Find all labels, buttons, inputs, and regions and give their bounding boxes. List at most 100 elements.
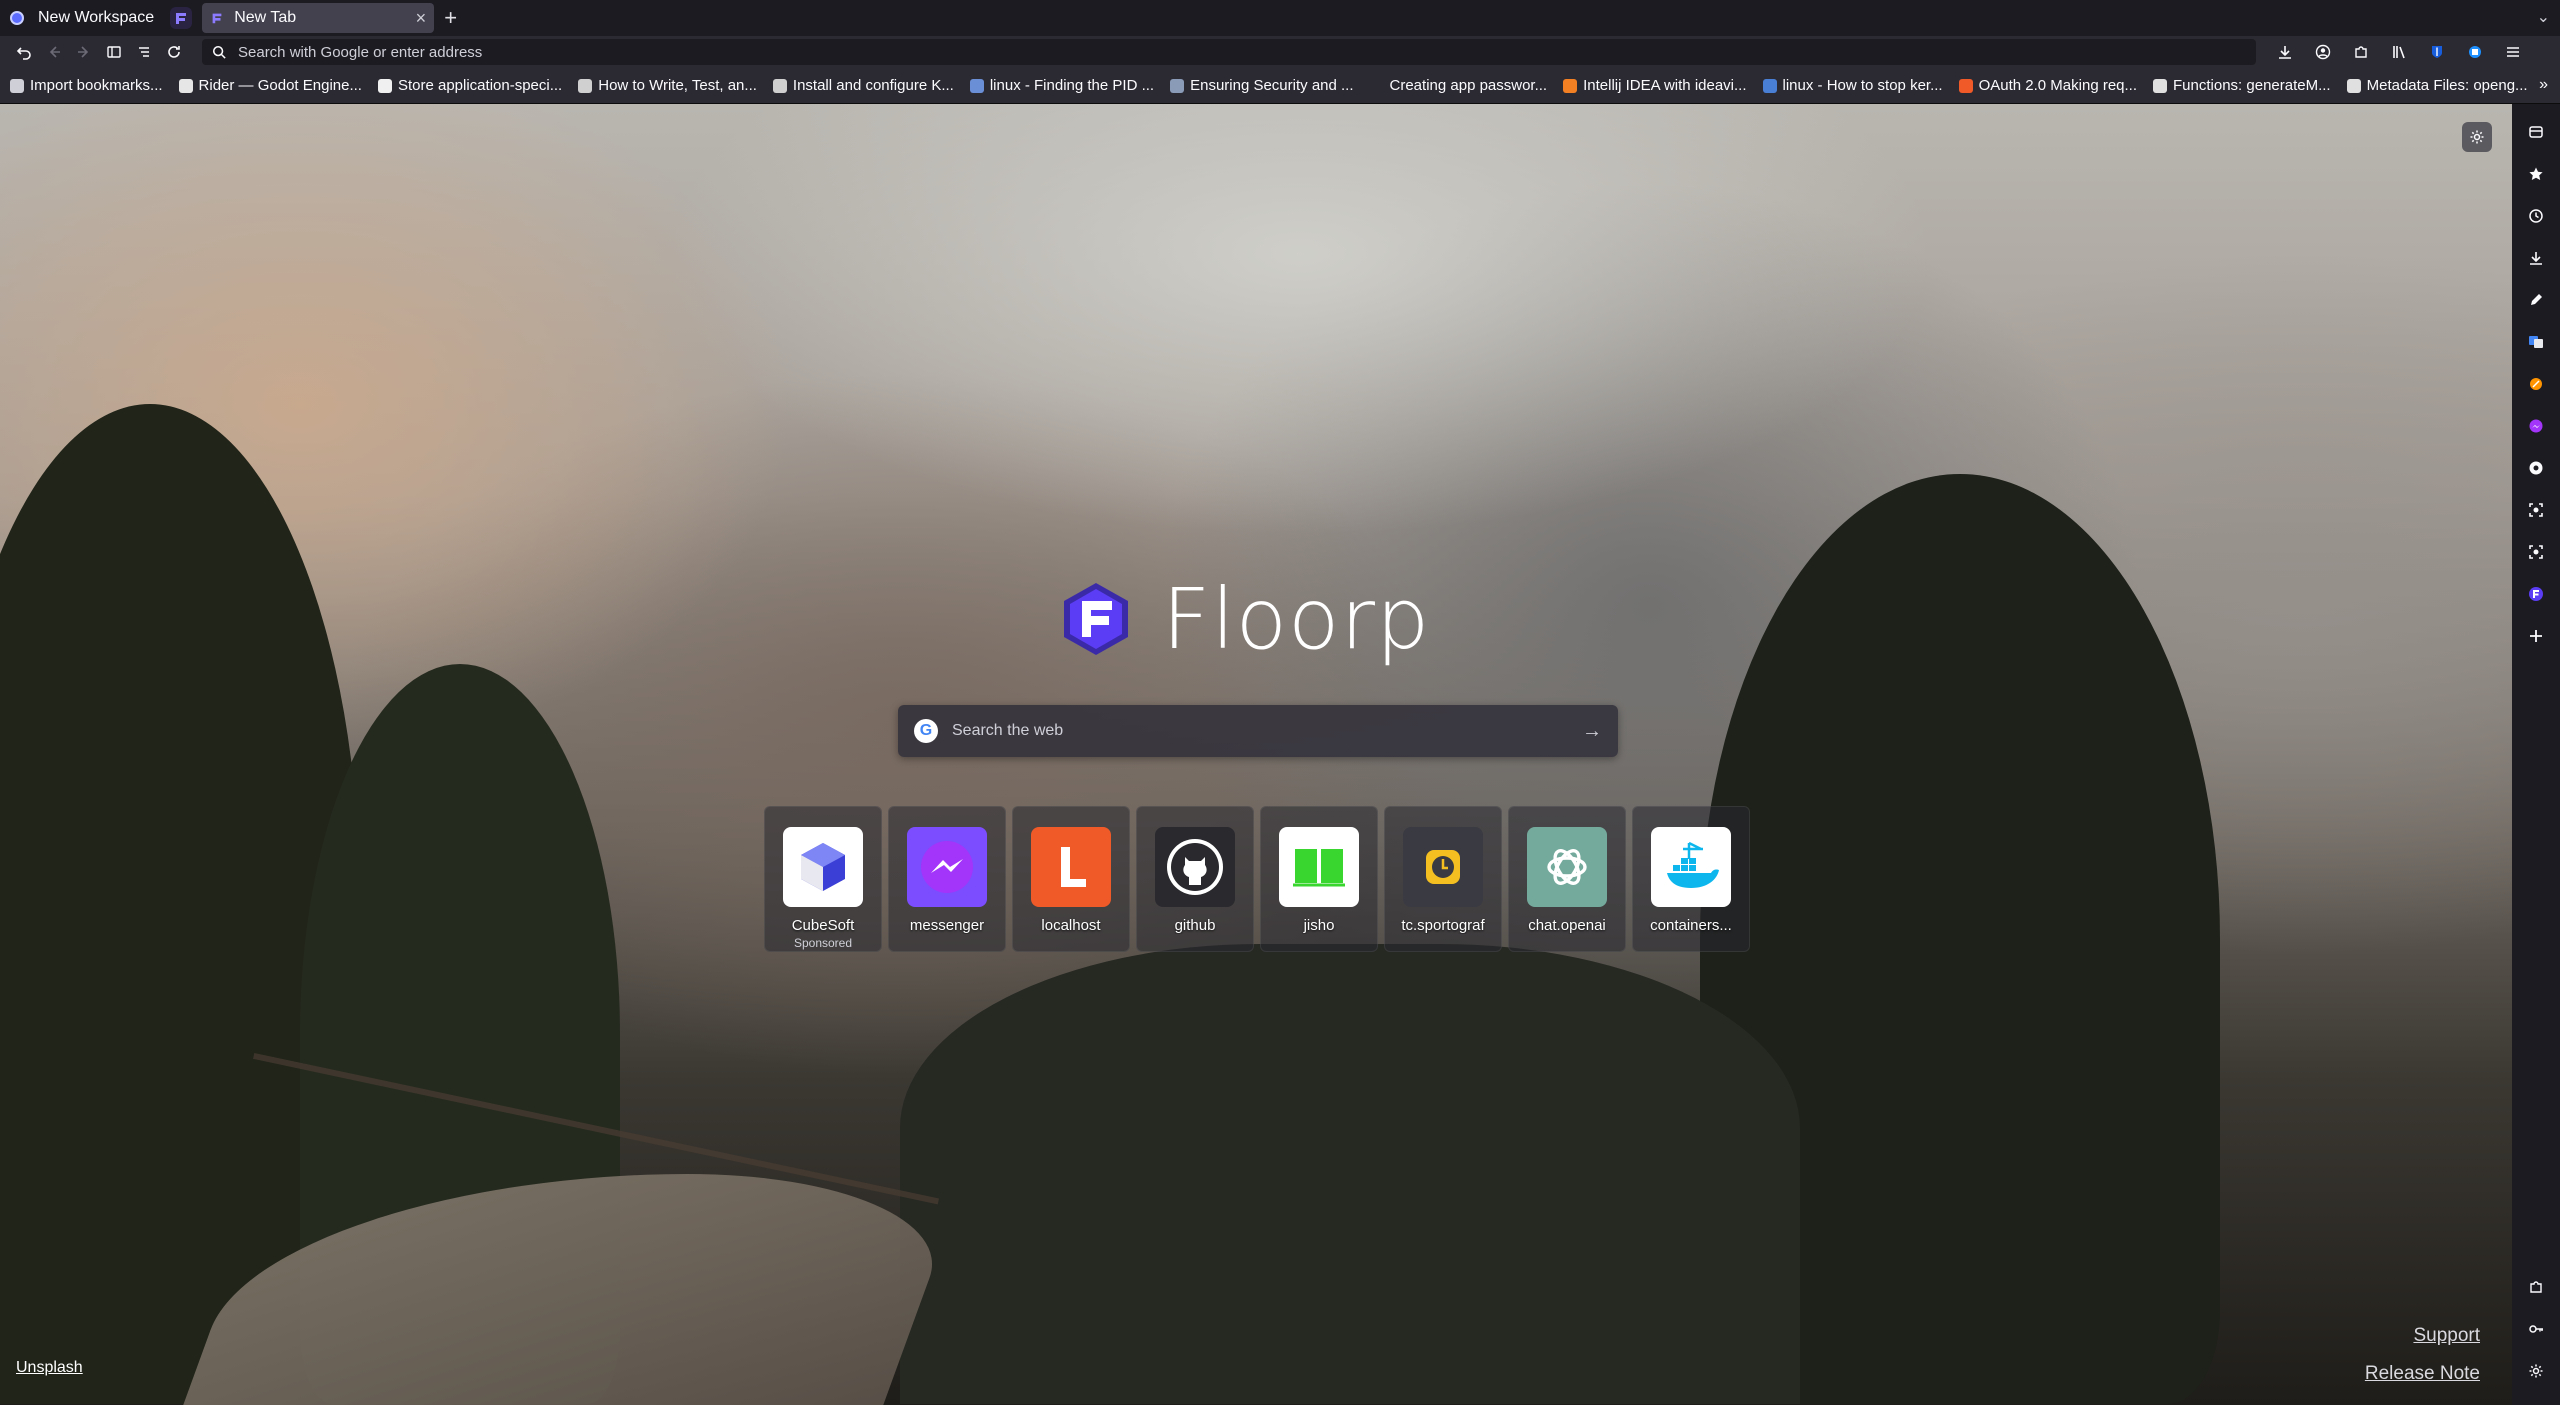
- bookmark-item[interactable]: How to Write, Test, an...: [578, 77, 757, 94]
- bookmark-label: Store application-speci...: [397, 77, 563, 94]
- key-icon[interactable]: [2518, 1311, 2554, 1347]
- top-site-label: containers...: [1650, 917, 1732, 934]
- bookmark-item[interactable]: Creating app passwor...: [1369, 77, 1547, 94]
- tab-new-tab[interactable]: New Tab ×: [202, 3, 435, 33]
- new-tab-button[interactable]: +: [444, 7, 457, 29]
- top-sites: CubeSoft Sponsored messenger localhost githu…: [764, 806, 1750, 952]
- star-icon[interactable]: [2518, 156, 2554, 192]
- floorp-tab-icon[interactable]: [170, 7, 193, 29]
- bookmark-item[interactable]: Import bookmarks...: [10, 77, 163, 94]
- release-note-link[interactable]: Release Note: [2365, 1363, 2480, 1385]
- bookmark-item[interactable]: linux - How to stop ker...: [1762, 77, 1943, 94]
- top-site-tile[interactable]: CubeSoft Sponsored: [764, 806, 882, 952]
- bookmark-item[interactable]: Functions: generateM...: [2153, 77, 2331, 94]
- stackexchange-icon: [1762, 78, 1777, 93]
- bookmarks-overflow-icon[interactable]: »: [2539, 76, 2548, 94]
- back-icon[interactable]: [40, 38, 68, 66]
- url-bar[interactable]: Search with Google or enter address: [202, 39, 2256, 65]
- bookmark-item[interactable]: linux - Finding the PID ...: [969, 77, 1155, 94]
- forward-icon[interactable]: [70, 38, 98, 66]
- container-icon[interactable]: [2460, 38, 2490, 66]
- chrome-icon[interactable]: [2518, 450, 2554, 486]
- docker-icon: [1651, 827, 1731, 907]
- library-icon[interactable]: [2384, 38, 2414, 66]
- pen-icon[interactable]: [2518, 282, 2554, 318]
- bookmark-label: Rider — Godot Engine...: [198, 77, 362, 94]
- sidebar-toggle-icon[interactable]: [100, 38, 128, 66]
- newtab-settings-button[interactable]: [2462, 122, 2492, 152]
- menu-icon[interactable]: [2498, 38, 2528, 66]
- search-icon: [212, 45, 226, 59]
- extensions-icon[interactable]: [2346, 38, 2376, 66]
- blank-icon: [1369, 78, 1384, 93]
- workspace-label: New Workspace: [38, 9, 155, 26]
- web-search-box[interactable]: G Search the web →: [898, 705, 1618, 757]
- extension-icon[interactable]: [2518, 1269, 2554, 1305]
- unsplash-credit-link[interactable]: Unsplash: [16, 1359, 83, 1377]
- top-site-label: github: [1174, 917, 1216, 934]
- rider-icon: [178, 78, 193, 93]
- globe-icon: [772, 78, 787, 93]
- close-tab-icon[interactable]: ×: [416, 9, 427, 27]
- top-site-tile[interactable]: tc.sportograf: [1384, 806, 1502, 952]
- support-link[interactable]: Support: [2413, 1325, 2480, 1347]
- bookmark-label: linux - How to stop ker...: [1782, 77, 1943, 94]
- gear-icon: [1170, 78, 1185, 93]
- new-tab-page: Floorp G Search the web → CubeSoft Sponso…: [0, 104, 2512, 1405]
- settings-icon[interactable]: [2518, 1353, 2554, 1389]
- history-icon[interactable]: [2518, 198, 2554, 234]
- bookmark-label: Install and configure K...: [792, 77, 954, 94]
- bookmark-item[interactable]: Rider — Godot Engine...: [178, 77, 362, 94]
- x-icon: [1958, 78, 1973, 93]
- screenshot-icon[interactable]: [2518, 492, 2554, 528]
- bookmark-item[interactable]: Intellij IDEA with ideavi...: [1563, 77, 1747, 94]
- bookmark-item[interactable]: Store application-speci...: [377, 77, 563, 94]
- top-site-tile[interactable]: chat.openai: [1508, 806, 1626, 952]
- top-site-tile[interactable]: containers...: [1632, 806, 1750, 952]
- bookmark-item[interactable]: Metadata Files: openg...: [2346, 77, 2528, 94]
- bookmark-label: Import bookmarks...: [30, 77, 163, 94]
- browser-sidebar: [2512, 104, 2560, 1405]
- floorp-favicon-icon: [212, 13, 222, 24]
- orange-icon[interactable]: [2518, 366, 2554, 402]
- bookmark-item[interactable]: OAuth 2.0 Making req...: [1958, 77, 2138, 94]
- downloads-icon[interactable]: [2270, 38, 2300, 66]
- top-site-label: CubeSoft: [791, 917, 855, 934]
- account-icon[interactable]: [2308, 38, 2338, 66]
- bookmark-label: OAuth 2.0 Making req...: [1978, 77, 2138, 94]
- cube-icon: [783, 827, 863, 907]
- url-placeholder: Search with Google or enter address: [238, 43, 483, 61]
- floorp-icon[interactable]: [2518, 576, 2554, 612]
- screenshot-icon[interactable]: [2518, 534, 2554, 570]
- add-icon[interactable]: [2518, 618, 2554, 654]
- n-icon: [2153, 78, 2168, 93]
- messenger-icon[interactable]: [2518, 408, 2554, 444]
- top-site-tile[interactable]: localhost: [1012, 806, 1130, 952]
- brand-name: Floorp: [1162, 570, 1431, 668]
- bookmark-label: Functions: generateM...: [2173, 77, 2331, 94]
- bookmark-label: linux - Finding the PID ...: [989, 77, 1155, 94]
- top-site-tile[interactable]: jisho: [1260, 806, 1378, 952]
- top-site-tile[interactable]: github: [1136, 806, 1254, 952]
- bookmark-item[interactable]: Install and configure K...: [772, 77, 954, 94]
- bookmarks-panel-icon[interactable]: [2518, 114, 2554, 150]
- stackoverflow-icon: [1563, 78, 1578, 93]
- sponsored-label: Sponsored: [793, 936, 853, 950]
- tab-list-icon[interactable]: [130, 38, 158, 66]
- list-all-tabs-icon[interactable]: ⌄: [2537, 7, 2550, 27]
- github-icon: [1155, 827, 1235, 907]
- undo-close-tab-icon[interactable]: [10, 38, 38, 66]
- stackexchange-icon: [969, 78, 984, 93]
- workspace-switcher[interactable]: New Workspace: [0, 0, 164, 36]
- bitwarden-icon[interactable]: [2422, 38, 2452, 66]
- top-site-label: messenger: [909, 917, 985, 934]
- translate-icon[interactable]: [2518, 324, 2554, 360]
- bookmark-label: Metadata Files: openg...: [2366, 77, 2528, 94]
- download-icon[interactable]: [2518, 240, 2554, 276]
- navigation-bar: Search with Google or enter address: [0, 36, 2560, 68]
- top-site-tile[interactable]: messenger: [888, 806, 1006, 952]
- reload-icon[interactable]: [160, 38, 188, 66]
- search-placeholder: Search the web: [952, 722, 1064, 739]
- bookmark-item[interactable]: Ensuring Security and ...: [1170, 77, 1354, 94]
- search-submit-icon[interactable]: →: [1582, 720, 1602, 743]
